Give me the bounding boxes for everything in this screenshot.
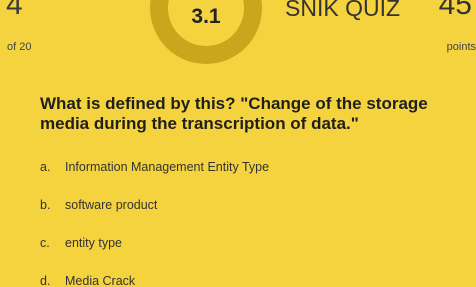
answer-letter: c.: [40, 236, 50, 250]
answer-letter: d.: [40, 274, 51, 287]
answer-letter: b.: [40, 198, 51, 212]
quiz-screen: 4 of 20 3.1 SNIK QUIZ 45 points What is …: [0, 0, 476, 287]
answer-label: entity type: [65, 236, 122, 250]
answer-option-a[interactable]: a. Information Management Entity Type: [40, 160, 269, 174]
answer-label: Media Crack: [65, 274, 136, 287]
score-label: points: [446, 41, 476, 53]
answer-label: Information Management Entity Type: [65, 160, 270, 174]
answer-option-c[interactable]: c. entity type: [40, 236, 122, 250]
answer-letter: a.: [40, 160, 51, 174]
answer-option-b[interactable]: b. software product: [40, 198, 157, 212]
quiz-title: SNIK QUIZ: [285, 0, 401, 21]
timer-ring: 3.1: [150, 0, 262, 64]
question-text: What is defined by this? "Change of the …: [40, 94, 428, 133]
score-value: 45: [438, 0, 472, 21]
timer-value: 3.1: [191, 5, 221, 28]
answer-option-d[interactable]: d. Media Crack: [40, 274, 135, 287]
question-number: 4: [6, 0, 23, 21]
question-total: of 20: [7, 41, 32, 53]
answer-label: software product: [65, 198, 158, 212]
